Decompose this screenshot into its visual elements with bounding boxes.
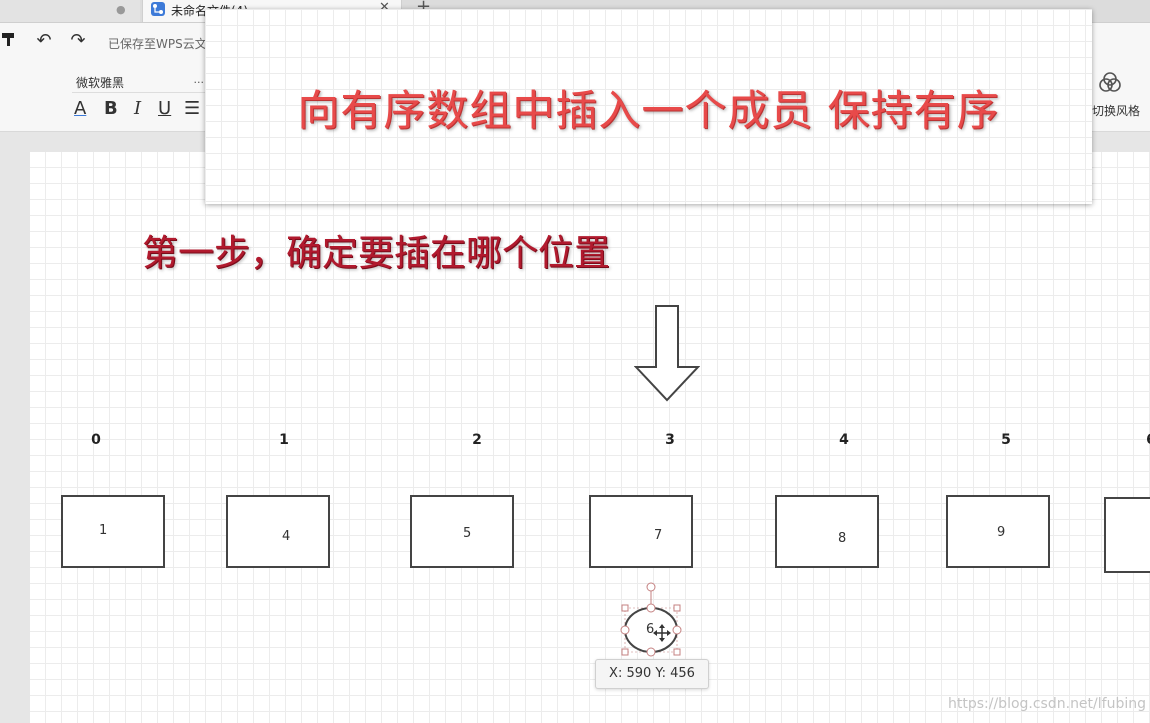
title-card[interactable]: 向有序数组中插入一个成员 保持有序	[205, 9, 1092, 204]
array-value: 4	[282, 529, 291, 544]
font-family-value: 微软雅黑	[76, 76, 125, 90]
array-box[interactable]: 5	[410, 495, 514, 568]
watermark: https://blog.csdn.net/lfubing	[948, 696, 1146, 712]
index-label: 5	[1001, 432, 1011, 448]
index-label: 2	[472, 432, 482, 448]
index-label: 1	[279, 432, 289, 448]
index-label: 6	[1136, 432, 1150, 448]
font-more-icon[interactable]: ···	[194, 73, 205, 93]
array-box[interactable]	[1104, 497, 1150, 573]
font-family-select[interactable]: 微软雅黑 ···	[72, 73, 206, 93]
step-text[interactable]: 第一步，确定要插在哪个位置	[142, 224, 610, 276]
index-label: 0	[91, 432, 101, 448]
index-label: 4	[839, 432, 849, 448]
redo-icon[interactable]: ↷	[66, 29, 90, 53]
array-box[interactable]: 8	[775, 495, 879, 568]
bold-button[interactable]: B	[104, 98, 118, 120]
italic-button[interactable]: I	[134, 98, 141, 120]
circle-value: 6	[646, 622, 655, 637]
theme-style-label[interactable]: 切换风格	[1092, 102, 1140, 119]
canvas-side-margin	[0, 132, 30, 723]
align-icon[interactable]: ☰	[184, 98, 200, 120]
array-box[interactable]: 9	[946, 495, 1050, 568]
underline-button[interactable]: U	[158, 98, 171, 120]
array-value: 7	[654, 528, 663, 543]
page-title: 向有序数组中插入一个成员 保持有序	[297, 86, 1000, 135]
theme-style-icon[interactable]	[1098, 70, 1122, 98]
array-box[interactable]: 4	[226, 495, 330, 568]
font-color-button[interactable]: A	[74, 98, 86, 120]
array-value: 1	[99, 523, 108, 538]
flowchart-app-icon	[151, 2, 165, 16]
down-arrow-shape[interactable]	[634, 305, 700, 403]
array-value: 8	[838, 531, 847, 546]
array-value: 9	[997, 525, 1006, 540]
tab-previous[interactable]: ●	[0, 0, 140, 22]
array-value: 5	[463, 526, 472, 541]
undo-icon[interactable]: ↶	[32, 29, 56, 53]
unsaved-dot-icon: ●	[116, 3, 126, 16]
index-label: 3	[665, 432, 675, 448]
array-box[interactable]: 7	[589, 495, 693, 568]
coordinate-tooltip: X: 590 Y: 456	[595, 659, 709, 689]
format-painter-icon[interactable]	[0, 29, 20, 53]
save-status: 已保存至WPS云文	[108, 37, 207, 51]
array-box[interactable]: 1	[61, 495, 165, 568]
